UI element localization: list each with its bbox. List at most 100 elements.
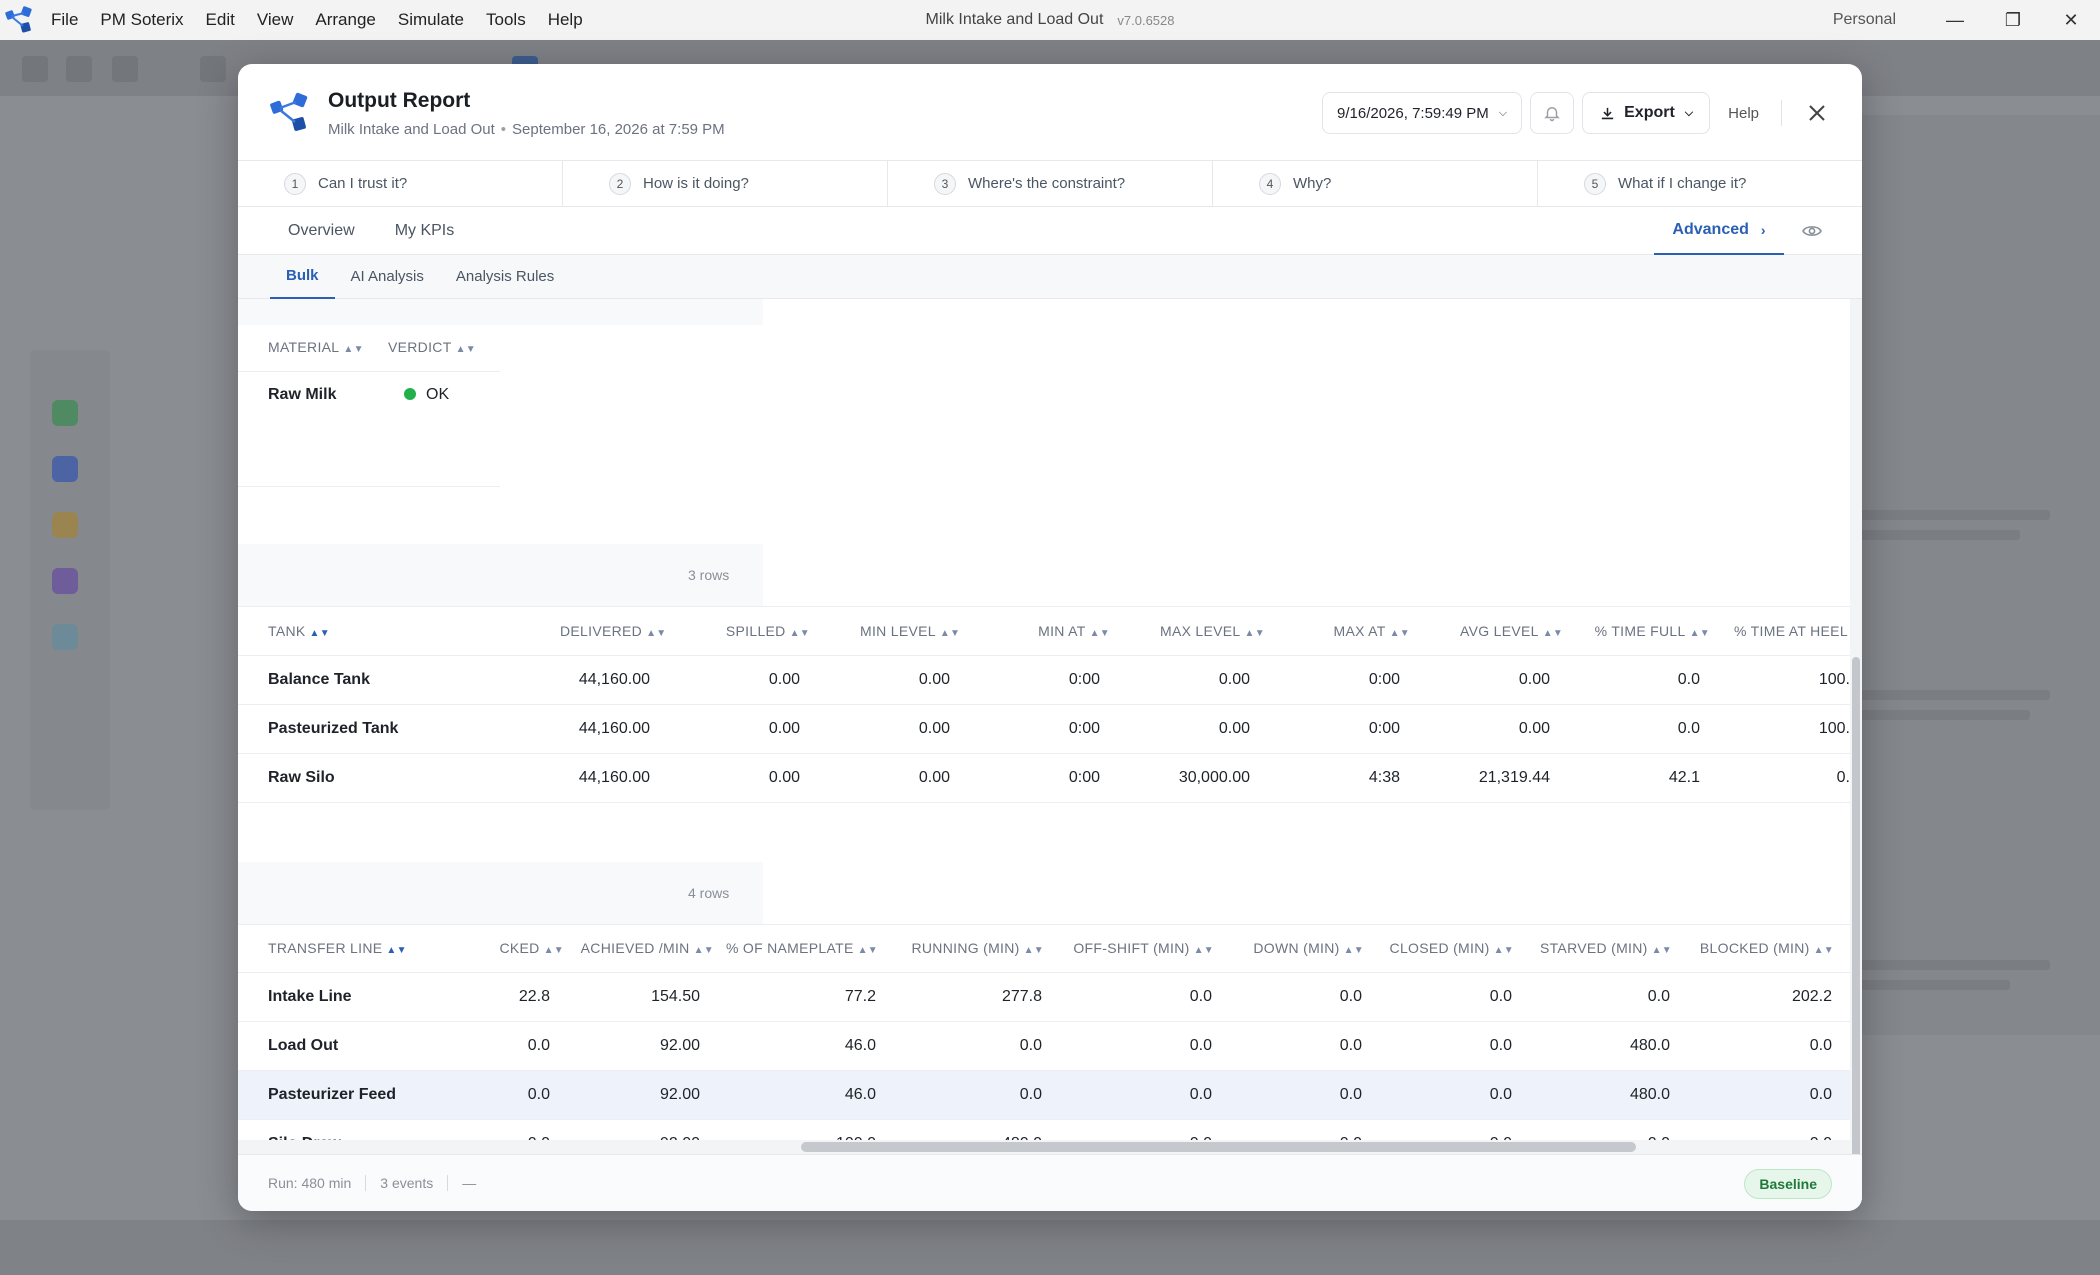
col-avg-level[interactable]: AVG LEVEL ▲▼ [1460,623,1563,639]
vertical-scroll-thumb[interactable] [1852,657,1860,1205]
menu-simulate[interactable]: Simulate [387,0,475,40]
step-constraint[interactable]: 3 Where's the constraint? [888,161,1213,206]
background-text-line [1860,980,2010,990]
transfer-running: 277.8 [1001,988,1042,1005]
col-max-level[interactable]: MAX LEVEL ▲▼ [1160,623,1265,639]
window-title-text: Milk Intake and Load Out [925,11,1104,28]
app-logo-icon[interactable] [0,0,40,40]
sort-icon: ▲▼ [343,344,364,355]
col-tank[interactable]: TANK ▲▼ [268,623,330,639]
col-min-at[interactable]: MIN AT ▲▼ [1010,623,1110,639]
notifications-button[interactable] [1530,92,1575,134]
run-date-select[interactable]: 9/16/2026, 7:59:49 PM ⌵ [1322,92,1523,134]
horizontal-scroll-thumb[interactable] [801,1142,1636,1152]
subtab-ai-analysis[interactable]: AI Analysis [335,255,440,299]
background-shape-icon [52,456,78,482]
report-logo-icon [268,90,314,136]
tank-name: Balance Tank [268,671,370,688]
row-divider [238,1021,1850,1022]
transfer-off-shift: 0.0 [1189,988,1212,1005]
background-text-line [1860,710,2030,720]
report-footer: Run: 480 min 3 events — Baseline [238,1154,1862,1211]
col-spilled[interactable]: SPILLED ▲▼ [710,623,810,639]
step-label: Can I trust it? [318,175,408,192]
tank-min-level: 0.00 [918,769,950,786]
col-down[interactable]: DOWN (MIN) ▲▼ [1214,940,1364,956]
menu-help[interactable]: Help [537,0,594,40]
window-controls: Personal — ❐ ✕ [1833,0,2100,40]
col-starved[interactable]: STARVED (MIN) ▲▼ [1514,940,1672,956]
row-divider [238,486,500,487]
col-pct-nameplate[interactable]: % OF NAMEPLATE ▲▼ [714,940,878,956]
subtitle-separator: • [500,121,507,138]
dialog-close-button[interactable] [1802,98,1832,128]
transfer-closed: 0.0 [1489,1086,1512,1103]
background-text-line [1860,530,2020,540]
horizontal-scrollbar[interactable] [238,1140,1850,1154]
profile-label[interactable]: Personal [1833,11,1896,29]
step-why[interactable]: 4 Why? [1213,161,1538,206]
menu-file[interactable]: File [40,0,89,40]
tab-advanced[interactable]: Advanced › [1654,207,1784,255]
tank-max-at: 0:00 [1368,671,1400,688]
col-blocked-pct[interactable]: CKED ▲▼ [484,940,564,956]
col-time-full[interactable]: % TIME FULL ▲▼ [1582,623,1710,639]
sort-icon: ▲▼ [386,945,407,956]
header-divider [1781,100,1782,126]
export-button[interactable]: Export ⌵ [1582,92,1711,134]
export-label: Export [1624,104,1675,121]
step-label: Where's the constraint? [968,175,1126,192]
help-link[interactable]: Help [1728,105,1759,122]
background-status-bar [0,1220,2100,1275]
menu-view[interactable]: View [246,0,305,40]
transfer-row-count: 4 rows [688,885,730,901]
step-label: Why? [1293,175,1332,192]
menu-edit[interactable]: Edit [195,0,246,40]
restore-icon[interactable]: ❐ [1984,0,2042,40]
col-blocked[interactable]: BLOCKED (MIN) ▲▼ [1672,940,1834,956]
sort-icon: ▲▼ [789,628,810,639]
col-achieved[interactable]: ACHIEVED /MIN ▲▼ [564,940,714,956]
col-material[interactable]: MATERIAL ▲▼ [268,339,364,355]
background-shape-icon [52,624,78,650]
tank-min-level: 0.00 [918,720,950,737]
row-divider [238,924,1850,925]
step-number: 1 [284,172,306,195]
minimize-icon[interactable]: — [1926,0,1984,40]
footer-divider [447,1175,449,1191]
step-trust[interactable]: 1 Can I trust it? [238,161,563,206]
step-number: 2 [609,172,631,195]
col-running[interactable]: RUNNING (MIN) ▲▼ [878,940,1044,956]
col-min-level[interactable]: MIN LEVEL ▲▼ [860,623,960,639]
menu-pm-soterix[interactable]: PM Soterix [89,0,194,40]
bell-icon [1544,107,1560,122]
tab-my-kpis[interactable]: My KPIs [395,222,455,240]
report-timestamp: September 16, 2026 at 7:59 PM [512,121,725,138]
col-time-heel[interactable]: % TIME AT HEEL [1734,623,1848,639]
subtab-analysis-rules[interactable]: Analysis Rules [440,255,570,299]
tank-name: Raw Silo [268,769,335,786]
col-transfer-line[interactable]: TRANSFER LINE ▲▼ [268,940,407,956]
subtab-bulk[interactable]: Bulk [270,255,335,299]
step-what-if[interactable]: 5 What if I change it? [1538,161,1862,206]
tank-max-at: 4:38 [1368,769,1400,786]
tab-overview[interactable]: Overview [288,222,355,240]
tank-delivered: 44,160.00 [578,671,650,688]
col-closed[interactable]: CLOSED (MIN) ▲▼ [1364,940,1514,956]
col-delivered[interactable]: DELIVERED ▲▼ [560,623,666,639]
col-max-at[interactable]: MAX AT ▲▼ [1310,623,1410,639]
transfer-line-name: Load Out [268,1037,339,1054]
window-close-icon[interactable]: ✕ [2042,0,2100,40]
background-shape-icon [52,512,78,538]
col-off-shift[interactable]: OFF-SHIFT (MIN) ▲▼ [1044,940,1214,956]
step-performance[interactable]: 2 How is it doing? [563,161,888,206]
menu-tools[interactable]: Tools [475,0,537,40]
menu-arrange[interactable]: Arrange [304,0,386,40]
footer-divider [365,1175,367,1191]
col-verdict[interactable]: VERDICT ▲▼ [388,339,476,355]
sort-icon: ▲▼ [1023,945,1044,956]
background-text-line [1860,510,2050,520]
visibility-toggle[interactable] [1798,218,1826,244]
vertical-scrollbar[interactable] [1850,299,1862,1206]
step-number: 3 [934,172,956,195]
